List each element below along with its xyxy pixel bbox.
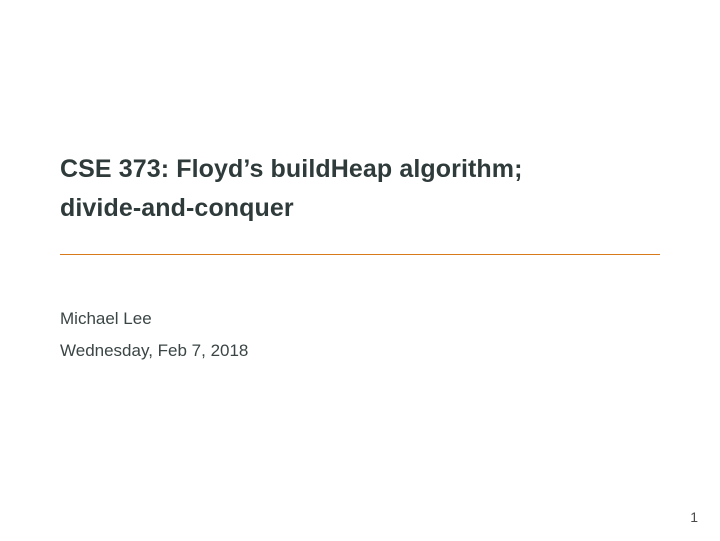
page-number: 1 [690,509,698,525]
divider-rule [60,254,660,255]
title-line-2: divide-and-conquer [60,189,660,228]
title-line-1: CSE 373: Floyd’s buildHeap algorithm; [60,150,660,189]
slide-title: CSE 373: Floyd’s buildHeap algorithm; di… [60,150,660,228]
slide: CSE 373: Floyd’s buildHeap algorithm; di… [0,0,720,541]
author: Michael Lee [60,309,660,329]
date: Wednesday, Feb 7, 2018 [60,341,660,361]
